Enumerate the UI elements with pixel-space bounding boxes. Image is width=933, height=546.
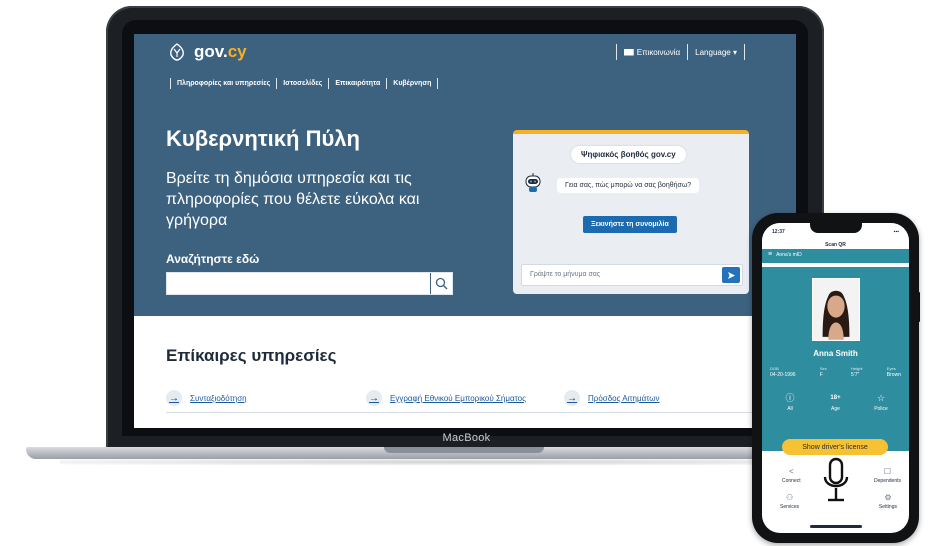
chat-title: Ψηφιακός βοηθός gov.cy <box>571 146 686 163</box>
send-button[interactable] <box>722 267 740 283</box>
divider <box>687 44 689 60</box>
connect-button[interactable]: < Connect <box>782 467 801 484</box>
fact-eyes: Eyes Brown <box>886 366 901 378</box>
phone-screen: 12:37 ▪▪▪ Scan QR ≡ Anna's mID Anna Smit… <box>762 223 909 533</box>
main-nav: Πληροφορίες και υπηρεσίες Ιστοσελίδες Επ… <box>164 78 444 89</box>
settings-icon: ⚙ <box>884 493 892 502</box>
menu-icon: ≡ <box>768 251 773 258</box>
arrow-right-icon: → <box>366 390 382 406</box>
services-panel: Επίκαιρες υπηρεσίες → Συνταξιοδότηση → Ε… <box>134 316 796 428</box>
search-label: Αναζήτηστε εδώ <box>166 252 260 266</box>
person-name: Anna Smith <box>813 349 858 358</box>
badge-age[interactable]: 18+ Age <box>818 393 854 412</box>
gov-cy-logo[interactable]: gov.cy <box>166 41 247 63</box>
fact-height: Height 5'7" <box>850 366 863 378</box>
arrow-right-icon: → <box>564 390 580 406</box>
services-button[interactable]: ⚇ Services <box>780 493 799 510</box>
robot-icon <box>525 173 541 192</box>
nav-item-government[interactable]: Κυβέρνηση <box>393 80 431 87</box>
share-icon: < <box>788 467 794 476</box>
dependents-button[interactable]: ☐ Dependents <box>874 467 901 484</box>
status-bar: 12:37 ▪▪▪ <box>772 229 899 235</box>
nav-item-news[interactable]: Επικαιρότητα <box>335 80 380 87</box>
top-links: Επικοινωνία Language ▾ <box>609 43 752 61</box>
home-indicator[interactable] <box>810 525 862 528</box>
hero-subtitle: Βρείτε τη δημόσια υπηρεσία και τις πληρο… <box>166 170 420 229</box>
laptop-notch <box>384 447 544 453</box>
language-dropdown[interactable]: Language ▾ <box>695 48 737 57</box>
services-title: Επίκαιρες υπηρεσίες <box>166 346 337 365</box>
scan-qr-title[interactable]: Scan QR <box>762 242 909 248</box>
chatbot-widget: Ψηφιακός βοηθός gov.cy Γεια σας, πώς μπο… <box>513 130 749 294</box>
divider <box>437 78 439 89</box>
badge-all[interactable]: ⓘ All <box>772 393 808 412</box>
18plus-icon: 18+ <box>830 395 841 401</box>
start-chat-button[interactable]: Ξεκινήστε τη συνομιλία <box>583 216 677 233</box>
dependents-icon: ☐ <box>883 467 892 476</box>
divider <box>386 78 388 89</box>
send-icon <box>727 271 735 279</box>
nav-item-websites[interactable]: Ιστοσελίδες <box>283 80 322 87</box>
badge-police[interactable]: ☆ Police <box>863 393 899 412</box>
phone-frame: 12:37 ▪▪▪ Scan QR ≡ Anna's mID Anna Smit… <box>752 213 919 543</box>
nav-item-info-services[interactable]: Πληροφορίες και υπηρεσίες <box>177 80 270 87</box>
person-facts: DOB 04-20-1996 Sex F Height 5'7" Eyes Brown <box>770 366 901 378</box>
service-link-requests[interactable]: → Πρόσδος Αιτημάτων <box>564 390 660 406</box>
signal-icon: ▪▪▪ <box>893 229 899 235</box>
bot-message: Γεια σας, πώς μπορώ να σας βοηθήσω? <box>557 178 700 193</box>
divider <box>170 78 171 89</box>
hero-title: Κυβερνητική Πύλη <box>166 126 360 151</box>
laptop-shadow <box>60 459 870 465</box>
divider <box>276 78 278 89</box>
settings-button[interactable]: ⚙ Settings <box>879 493 897 510</box>
menu-row[interactable]: ≡ Anna's mID <box>768 251 802 258</box>
menu-label: Anna's mID <box>776 251 802 258</box>
microphone-icon[interactable] <box>820 455 852 507</box>
profile-photo <box>812 278 860 341</box>
mail-icon <box>623 48 634 56</box>
divider <box>744 44 745 60</box>
fact-dob: DOB 04-20-1996 <box>770 366 796 378</box>
logo-text: gov.cy <box>194 42 247 61</box>
divider <box>615 44 617 60</box>
search-button[interactable] <box>430 273 452 294</box>
site-header: gov.cy Επικοινωνία Language ▾ <box>134 34 796 74</box>
device-mockup: gov.cy Επικοινωνία Language ▾ Πληροφορίε… <box>0 0 933 546</box>
arrow-right-icon: → <box>166 390 182 406</box>
status-time: 12:37 <box>772 229 785 235</box>
fact-sex: Sex F <box>819 366 827 378</box>
show-license-button[interactable]: Show driver's license <box>782 439 888 455</box>
laptop-screen: gov.cy Επικοινωνία Language ▾ Πληροφορίε… <box>134 34 796 428</box>
cyprus-emblem-icon <box>170 43 184 61</box>
service-link-pension[interactable]: → Συνταξιοδότηση <box>166 390 247 406</box>
info-icon: ⓘ <box>785 393 795 403</box>
chat-message-input[interactable]: Γράψτε το μήνυμα σας <box>521 264 743 286</box>
divider <box>328 78 330 89</box>
contact-link[interactable]: Επικοινωνία <box>623 48 680 57</box>
service-link-trademark[interactable]: → Εγγραφή Εθνικού Εμπορικού Σήματος <box>366 390 526 406</box>
star-icon: ☆ <box>876 393 886 403</box>
search-input[interactable] <box>166 272 453 295</box>
services-icon: ⚇ <box>786 493 794 502</box>
chat-placeholder: Γράψτε το μήνυμα σας <box>530 271 601 278</box>
badge-row: ⓘ All 18+ Age ☆ Police <box>772 393 899 412</box>
search-icon <box>435 277 448 290</box>
divider <box>166 412 752 413</box>
